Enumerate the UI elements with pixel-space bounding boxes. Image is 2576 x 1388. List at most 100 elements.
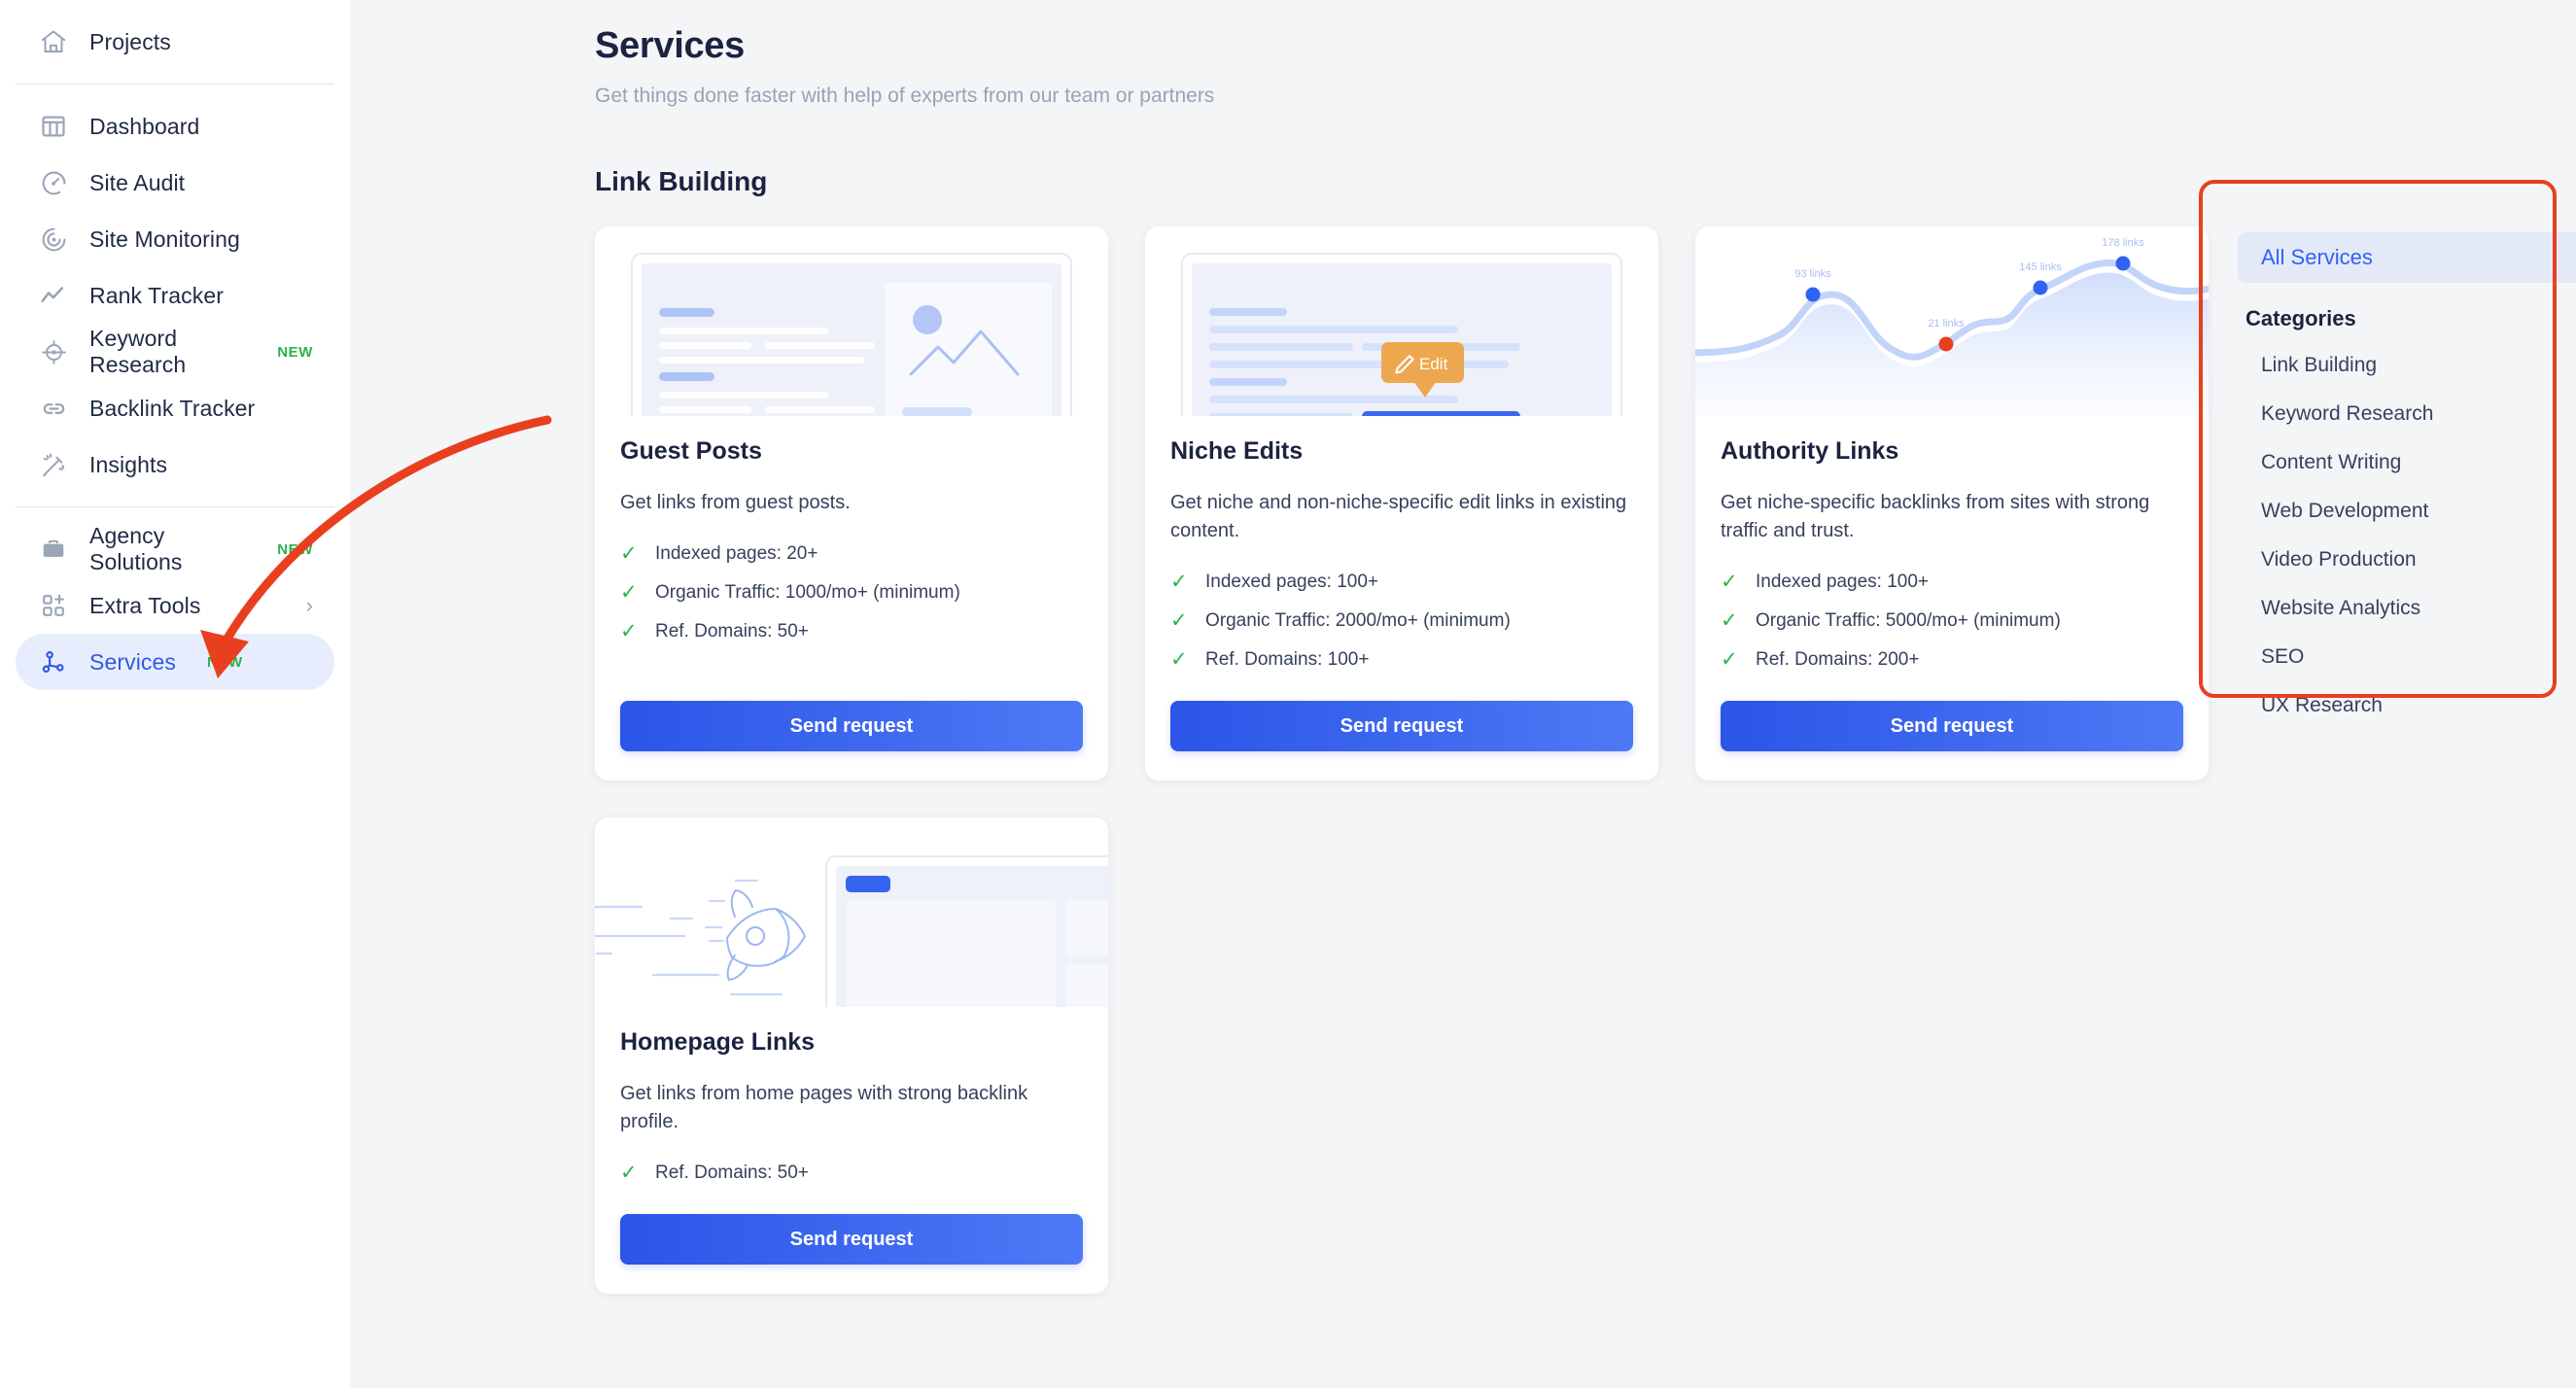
sidebar-divider-1 bbox=[16, 84, 334, 85]
cards-column: Guest Posts Get links from guest posts. … bbox=[595, 197, 2209, 1294]
main-content: Services Get things done faster with hel… bbox=[350, 0, 2576, 1388]
check-icon: ✓ bbox=[620, 1162, 638, 1184]
send-request-button[interactable]: Send request bbox=[620, 1214, 1083, 1265]
sidebar-item-extra-tools[interactable]: Extra Tools › bbox=[16, 577, 334, 634]
sidebar-item-label: Rank Tracker bbox=[89, 282, 224, 308]
feature-label: Indexed pages: 20+ bbox=[655, 543, 818, 564]
feature-item: ✓ Ref. Domains: 50+ bbox=[620, 612, 1083, 651]
category-item-seo[interactable]: SEO bbox=[2238, 633, 2576, 681]
main-inner: Services Get things done faster with hel… bbox=[350, 25, 2576, 1294]
sidebar-item-label: Services bbox=[89, 648, 176, 675]
categories-column: All Services Categories Link Building Ke… bbox=[2238, 197, 2576, 1294]
sidebar-item-backlink-tracker[interactable]: Backlink Tracker bbox=[16, 380, 334, 436]
briefcase-icon bbox=[37, 533, 70, 566]
check-icon: ✓ bbox=[1721, 609, 1738, 632]
check-icon: ✓ bbox=[1721, 648, 1738, 671]
service-card-guest-posts: Guest Posts Get links from guest posts. … bbox=[595, 226, 1108, 781]
feature-label: Indexed pages: 100+ bbox=[1205, 572, 1379, 592]
card-body: Niche Edits Get niche and non-niche-spec… bbox=[1145, 416, 1658, 781]
page-title: Services bbox=[595, 25, 745, 66]
category-item-ux-research[interactable]: UX Research bbox=[2238, 681, 2576, 730]
content-row: Guest Posts Get links from guest posts. … bbox=[595, 197, 2576, 1294]
sidebar-item-services[interactable]: Services NEW bbox=[16, 634, 334, 690]
chart-point-label-2: 145 links bbox=[2019, 261, 2062, 273]
chart-point-label-0: 93 links bbox=[1794, 268, 1831, 280]
sidebar-item-label: Site Audit bbox=[89, 169, 186, 195]
badge-new: NEW bbox=[277, 343, 313, 361]
check-icon: ✓ bbox=[620, 581, 638, 604]
page-subtitle: Get things done faster with help of expe… bbox=[595, 85, 1215, 107]
feature-list: ✓ Ref. Domains: 50+ bbox=[620, 1154, 1083, 1193]
article-with-edit-tooltip-illustration: Edit bbox=[1145, 226, 1658, 416]
check-icon: ✓ bbox=[1170, 609, 1188, 632]
feature-label: Ref. Domains: 100+ bbox=[1205, 649, 1370, 670]
home-icon bbox=[37, 25, 70, 58]
sidebar-item-keyword-research[interactable]: Keyword Research NEW bbox=[16, 324, 334, 380]
category-item-link-building[interactable]: Link Building bbox=[2238, 341, 2576, 390]
categories-heading: Categories bbox=[2245, 306, 2356, 330]
card-body: Authority Links Get niche-specific backl… bbox=[1695, 416, 2209, 781]
sidebar-item-site-audit[interactable]: Site Audit bbox=[16, 155, 334, 211]
gauge-icon bbox=[37, 166, 70, 199]
sidebar-item-label: Insights bbox=[89, 451, 168, 477]
check-icon: ✓ bbox=[620, 620, 638, 642]
sidebar-item-insights[interactable]: Insights bbox=[16, 436, 334, 493]
links-growth-chart-illustration: 93 links 21 links 145 links 178 links bbox=[1695, 226, 2209, 416]
category-item-content-writing[interactable]: Content Writing bbox=[2238, 438, 2576, 487]
feature-label: Organic Traffic: 1000/mo+ (minimum) bbox=[655, 582, 960, 603]
send-request-button[interactable]: Send request bbox=[1721, 701, 2183, 751]
target-icon bbox=[37, 335, 70, 368]
sidebar-item-agency-solutions[interactable]: Agency Solutions NEW bbox=[16, 521, 334, 577]
service-card-niche-edits: Edit Niche Edits Get niche and non-niche… bbox=[1145, 226, 1658, 781]
rocket-and-browser-illustration bbox=[595, 817, 1108, 1007]
badge-new: NEW bbox=[277, 540, 313, 558]
service-card-authority-links: 93 links 21 links 145 links 178 links Au… bbox=[1695, 226, 2209, 781]
category-all-services[interactable]: All Services bbox=[2238, 232, 2576, 283]
sidebar-secondary-group: Agency Solutions NEW Extra Tools › Servi… bbox=[0, 521, 350, 690]
sidebar-item-site-monitoring[interactable]: Site Monitoring bbox=[16, 211, 334, 267]
check-icon: ✓ bbox=[620, 542, 638, 565]
card-title: Homepage Links bbox=[620, 1028, 816, 1056]
feature-item: ✓ Indexed pages: 100+ bbox=[1721, 563, 2183, 602]
trendline-icon bbox=[37, 279, 70, 312]
feature-item: ✓ Indexed pages: 100+ bbox=[1170, 563, 1633, 602]
feature-list: ✓ Indexed pages: 100+ ✓ Organic Traffic:… bbox=[1170, 563, 1633, 679]
feature-list: ✓ Indexed pages: 20+ ✓ Organic Traffic: … bbox=[620, 535, 1083, 651]
sidebar-item-dashboard[interactable]: Dashboard bbox=[16, 98, 334, 155]
sidebar-item-label: Site Monitoring bbox=[89, 226, 240, 252]
send-request-button[interactable]: Send request bbox=[620, 701, 1083, 751]
sidebar-item-label: Projects bbox=[89, 28, 171, 54]
card-title: Authority Links bbox=[1721, 437, 1899, 465]
feature-item: ✓ Organic Traffic: 5000/mo+ (minimum) bbox=[1721, 602, 2183, 641]
feature-list: ✓ Indexed pages: 100+ ✓ Organic Traffic:… bbox=[1721, 563, 2183, 679]
category-item-web-development[interactable]: Web Development bbox=[2238, 487, 2576, 536]
category-item-keyword-research[interactable]: Keyword Research bbox=[2238, 390, 2576, 438]
sidebar-item-label: Extra Tools bbox=[89, 592, 201, 618]
feature-label: Ref. Domains: 50+ bbox=[655, 621, 809, 642]
card-title: Niche Edits bbox=[1170, 437, 1304, 465]
card-body: Guest Posts Get links from guest posts. … bbox=[595, 416, 1108, 781]
category-item-video-production[interactable]: Video Production bbox=[2238, 536, 2576, 584]
card-title: Guest Posts bbox=[620, 437, 762, 465]
grid-plus-icon bbox=[37, 589, 70, 622]
feature-label: Ref. Domains: 50+ bbox=[655, 1162, 809, 1183]
send-request-button[interactable]: Send request bbox=[1170, 701, 1633, 751]
services-page: Projects Dashboard Site Audit Site Monit… bbox=[0, 0, 2576, 1388]
feature-label: Organic Traffic: 5000/mo+ (minimum) bbox=[1756, 610, 2061, 631]
sidebar-item-label: Dashboard bbox=[89, 113, 200, 139]
card-description: Get links from home pages with strong ba… bbox=[620, 1083, 1028, 1132]
category-item-website-analytics[interactable]: Website Analytics bbox=[2238, 584, 2576, 633]
magic-wand-icon bbox=[37, 448, 70, 481]
check-icon: ✓ bbox=[1721, 571, 1738, 593]
feature-item: ✓ Organic Traffic: 2000/mo+ (minimum) bbox=[1170, 602, 1633, 641]
services-card-grid: Guest Posts Get links from guest posts. … bbox=[595, 226, 2209, 1294]
card-description: Get links from guest posts. bbox=[620, 492, 851, 513]
sidebar-item-rank-tracker[interactable]: Rank Tracker bbox=[16, 267, 334, 324]
sidebar-item-projects[interactable]: Projects bbox=[16, 14, 334, 70]
chart-point-label-3: 178 links bbox=[2102, 237, 2144, 249]
feature-item: ✓ Ref. Domains: 100+ bbox=[1170, 641, 1633, 679]
feature-label: Organic Traffic: 2000/mo+ (minimum) bbox=[1205, 610, 1511, 631]
